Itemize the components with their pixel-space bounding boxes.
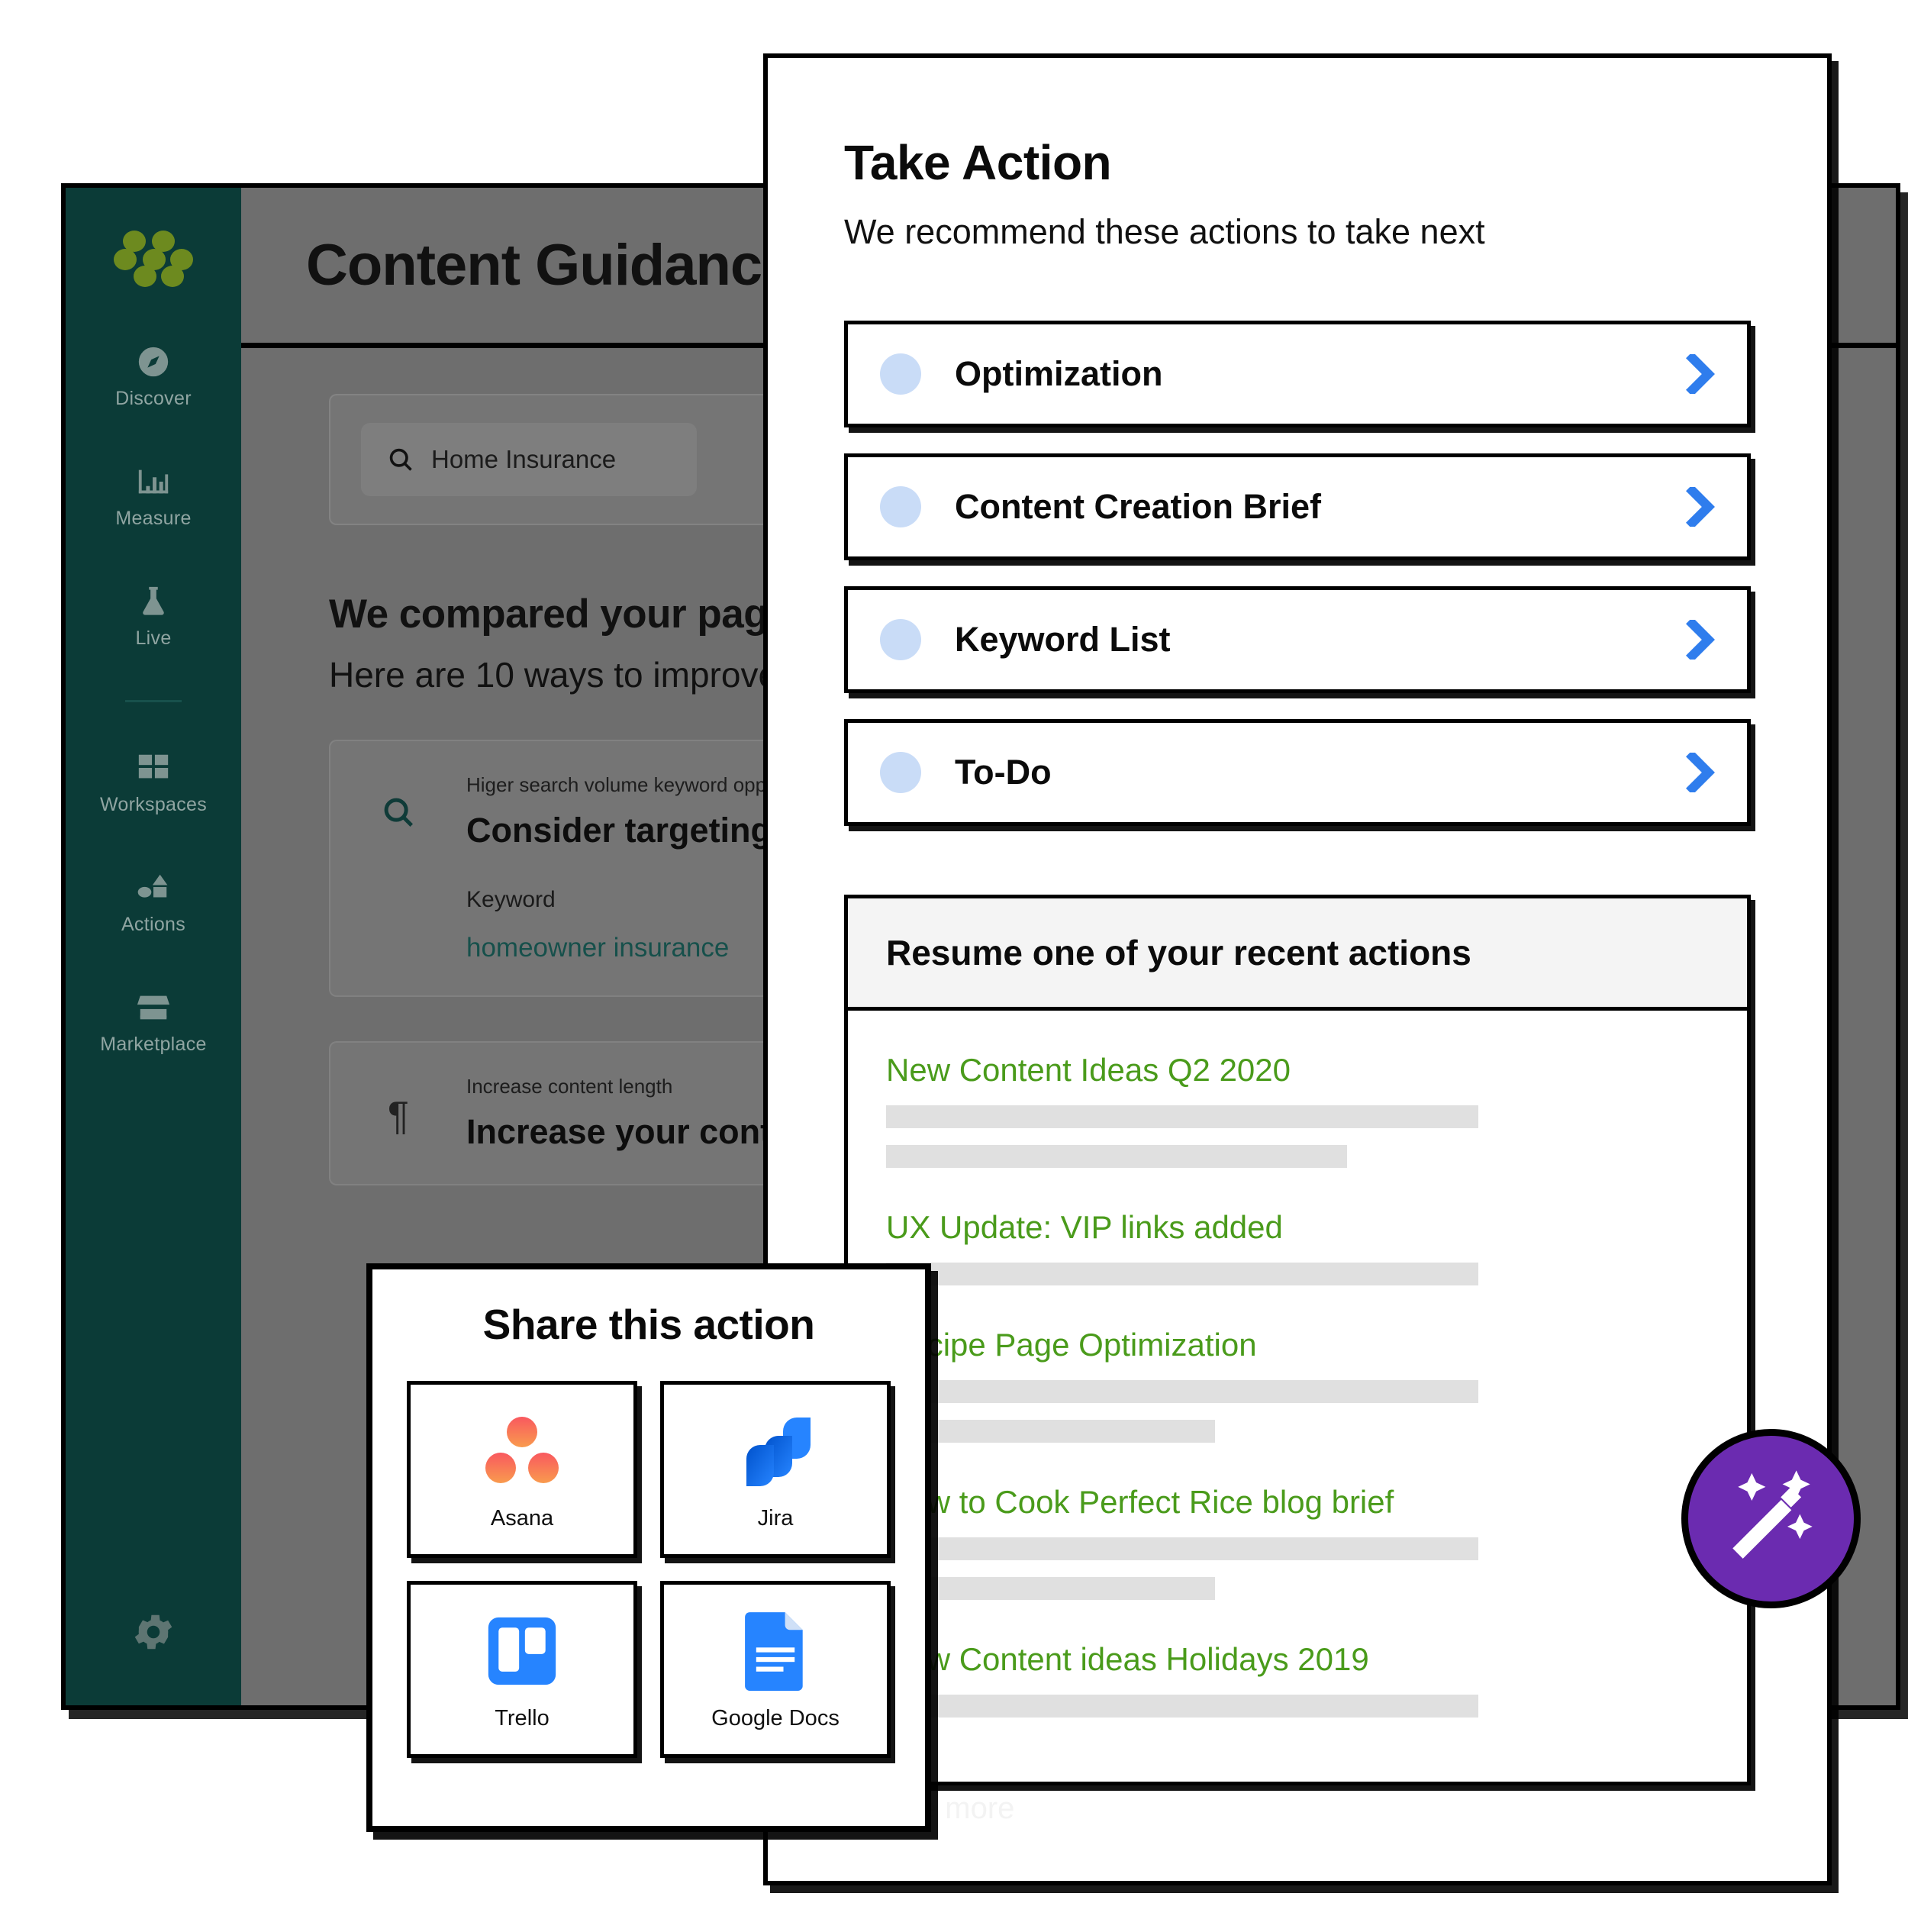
share-destination-google-docs[interactable]: Google Docs	[660, 1581, 891, 1758]
resume-header: Resume one of your recent actions	[848, 898, 1747, 1011]
gear-icon[interactable]	[130, 1608, 177, 1659]
placeholder-bar	[886, 1695, 1479, 1718]
see-more-link[interactable]: See more	[844, 1785, 1751, 1826]
sidebar: Discover Measure Live Workspaces Actions…	[66, 188, 241, 1705]
share-destination-asana[interactable]: Asana	[407, 1381, 637, 1558]
resume-header-label: Resume one of your recent actions	[886, 933, 1471, 972]
magic-wand-icon	[1718, 1463, 1825, 1574]
resume-list: New Content Ideas Q2 2020 UX Update: VIP…	[848, 1011, 1747, 1782]
action-label: Content Creation Brief	[955, 487, 1322, 526]
sidebar-item-workspaces[interactable]: Workspaces	[66, 747, 241, 816]
grid-icon	[132, 747, 175, 789]
sidebar-item-label: Live	[135, 627, 172, 649]
paragraph-glyph: ¶	[388, 1094, 409, 1138]
paragraph-icon: ¶	[366, 1075, 431, 1152]
trello-logo	[485, 1608, 559, 1694]
share-destination-label: Google Docs	[711, 1705, 840, 1730]
sidebar-item-label: Marketplace	[100, 1034, 207, 1055]
placeholder-bar	[886, 1420, 1216, 1443]
page-title: Content Guidance	[306, 233, 794, 298]
resume-item-title[interactable]: New Content Ideas Q2 2020	[886, 1052, 1709, 1089]
share-destination-label: Trello	[495, 1705, 550, 1730]
shapes-icon	[132, 866, 175, 909]
action-label: To-Do	[955, 753, 1052, 792]
placeholder-bar	[886, 1105, 1479, 1128]
list-item[interactable]: New Content ideas Holidays 2019	[886, 1641, 1709, 1718]
action-row-content-creation-brief[interactable]: Content Creation Brief	[844, 453, 1751, 560]
resume-item-title[interactable]: How to Cook Perfect Rice blog brief	[886, 1484, 1709, 1521]
magic-wand-fab[interactable]	[1681, 1429, 1861, 1608]
take-action-title: Take Action	[844, 135, 1112, 190]
resume-item-title[interactable]: Recipe Page Optimization	[886, 1327, 1709, 1363]
jira-logo	[737, 1408, 814, 1494]
share-destination-jira[interactable]: Jira	[660, 1381, 891, 1558]
bar-chart-icon	[132, 460, 175, 503]
status-dot	[880, 752, 921, 793]
action-label: Keyword List	[955, 620, 1171, 659]
sidebar-item-label: Measure	[115, 508, 192, 529]
placeholder-bar	[886, 1145, 1347, 1168]
take-action-list: Optimization Content Creation Brief Keyw…	[844, 321, 1751, 826]
status-dot	[880, 353, 921, 395]
search-icon	[387, 446, 414, 473]
sidebar-item-label: Discover	[115, 388, 192, 409]
sidebar-item-label: Actions	[121, 914, 186, 935]
placeholder-bar	[886, 1263, 1479, 1285]
placeholder-bar	[886, 1577, 1216, 1600]
chevron-right-icon[interactable]	[1684, 617, 1716, 663]
chevron-right-icon[interactable]	[1684, 484, 1716, 530]
seven-dot-logo	[114, 231, 193, 287]
storefront-icon	[132, 986, 175, 1029]
sidebar-item-measure[interactable]: Measure	[66, 460, 241, 530]
search-icon	[366, 773, 431, 963]
action-row-to-do[interactable]: To-Do	[844, 719, 1751, 826]
resume-item-title[interactable]: UX Update: VIP links added	[886, 1209, 1709, 1246]
status-dot	[880, 619, 921, 660]
compass-icon	[132, 340, 175, 383]
share-destination-label: Asana	[490, 1505, 554, 1530]
status-dot	[880, 486, 921, 527]
sidebar-divider	[125, 700, 182, 702]
chevron-right-icon[interactable]	[1684, 750, 1716, 795]
share-destination-trello[interactable]: Trello	[407, 1581, 637, 1758]
share-destination-label: Jira	[757, 1505, 794, 1530]
take-action-subtitle: We recommend these actions to take next	[844, 212, 1485, 251]
sidebar-item-live[interactable]: Live	[66, 580, 241, 650]
action-label: Optimization	[955, 354, 1163, 393]
search-input-value: Home Insurance	[431, 445, 617, 473]
sidebar-item-label: Workspaces	[99, 794, 208, 815]
list-item[interactable]: Recipe Page Optimization	[886, 1327, 1709, 1443]
sidebar-item-marketplace[interactable]: Marketplace	[66, 986, 241, 1056]
share-modal: Share this action Asana Jira Trello Goog…	[366, 1263, 931, 1832]
sidebar-item-discover[interactable]: Discover	[66, 340, 241, 410]
action-row-optimization[interactable]: Optimization	[844, 321, 1751, 427]
flask-icon	[132, 580, 175, 623]
resume-card: Resume one of your recent actions New Co…	[844, 895, 1751, 1785]
google-docs-logo	[743, 1608, 808, 1694]
list-item[interactable]: How to Cook Perfect Rice blog brief	[886, 1484, 1709, 1600]
list-item[interactable]: UX Update: VIP links added	[886, 1209, 1709, 1285]
placeholder-bar	[886, 1537, 1479, 1560]
sidebar-item-actions[interactable]: Actions	[66, 866, 241, 936]
share-destination-grid: Asana Jira Trello Google Docs	[407, 1381, 891, 1758]
action-row-keyword-list[interactable]: Keyword List	[844, 586, 1751, 693]
resume-item-title[interactable]: New Content ideas Holidays 2019	[886, 1641, 1709, 1678]
share-modal-title: Share this action	[482, 1301, 815, 1348]
list-item[interactable]: New Content Ideas Q2 2020	[886, 1052, 1709, 1168]
placeholder-bar	[886, 1380, 1479, 1403]
search-input[interactable]: Home Insurance	[361, 423, 697, 496]
asana-logo	[484, 1408, 560, 1494]
chevron-right-icon[interactable]	[1684, 351, 1716, 397]
